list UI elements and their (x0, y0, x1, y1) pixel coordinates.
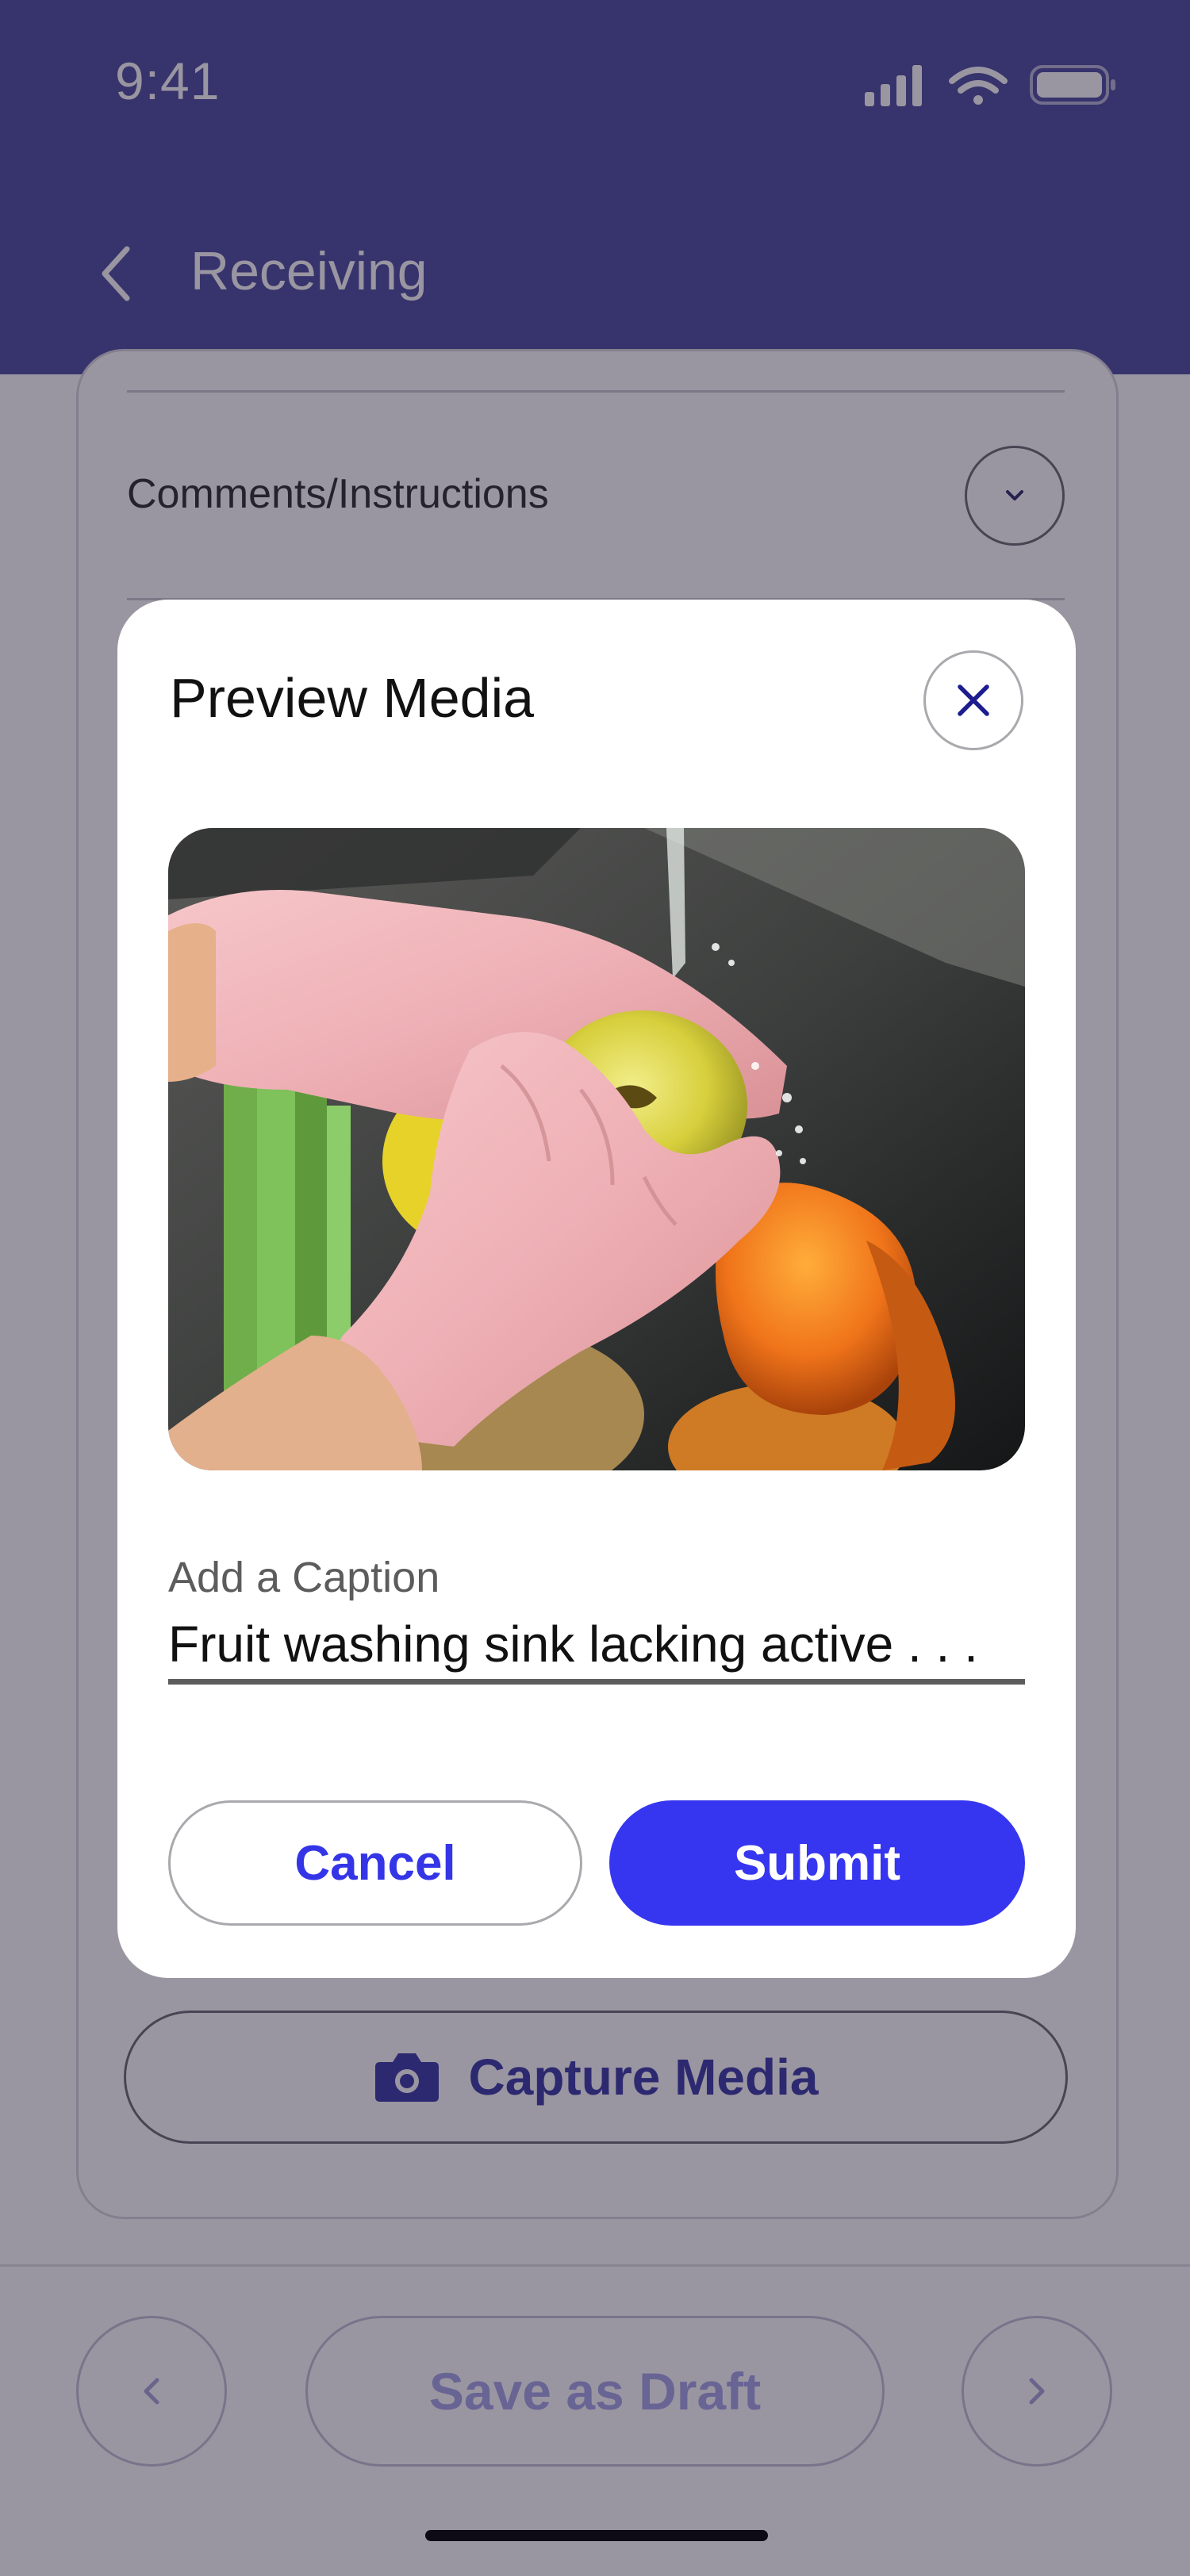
close-icon (958, 684, 989, 716)
preview-media-modal: Preview Media Add a Caption Fruit washin… (117, 600, 1076, 1978)
close-button[interactable] (923, 650, 1023, 750)
cancel-button[interactable]: Cancel (168, 1800, 582, 1926)
modal-title: Preview Media (170, 667, 535, 729)
media-preview-image (168, 828, 1025, 1470)
submit-button[interactable]: Submit (609, 1800, 1025, 1926)
caption-input[interactable]: Fruit washing sink lacking active . . . (168, 1615, 1025, 1685)
caption-label: Add a Caption (168, 1554, 440, 1601)
